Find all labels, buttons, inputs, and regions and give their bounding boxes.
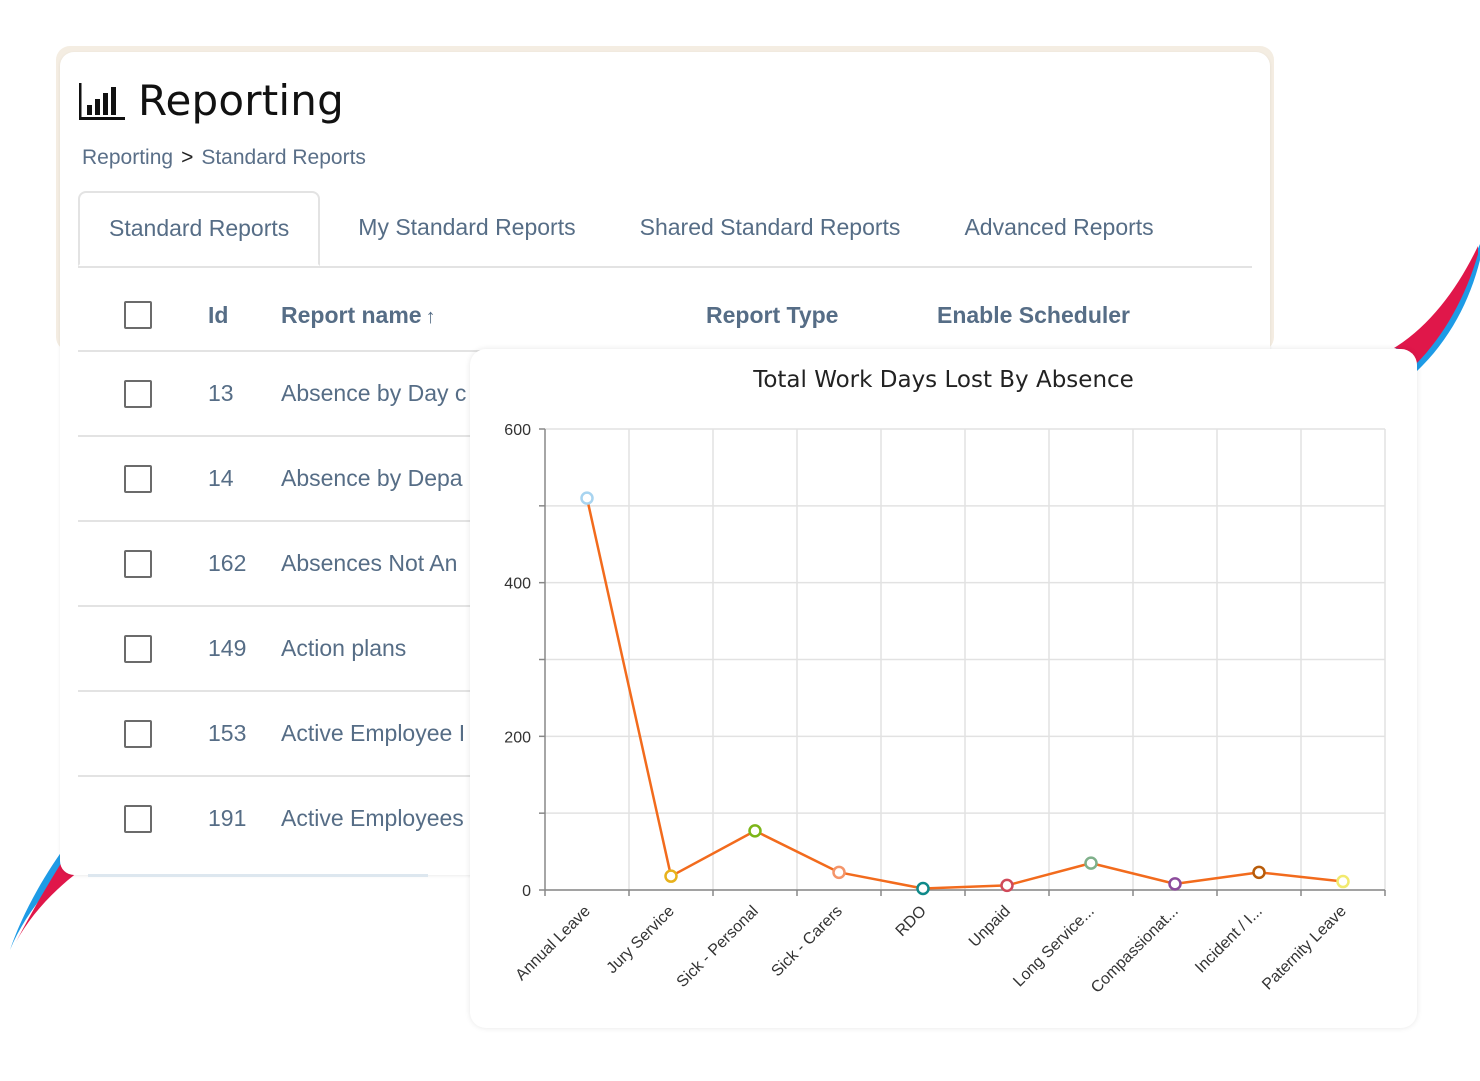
tab-my-standard-reports[interactable]: My Standard Reports	[326, 191, 607, 264]
x-tick-label: Compassionat...	[1088, 903, 1182, 997]
data-point	[580, 491, 594, 505]
column-header-report-name-label: Report name	[281, 301, 422, 328]
row-checkbox[interactable]	[124, 719, 152, 748]
x-tick-label: Incident / I...	[1192, 903, 1266, 977]
data-point	[1084, 856, 1098, 870]
row-report-name[interactable]: Action plans	[281, 635, 406, 662]
tab-shared-standard-reports[interactable]: Shared Standard Reports	[608, 191, 933, 264]
x-tick-label: Paternity Leave	[1259, 903, 1350, 994]
data-point	[1252, 865, 1266, 880]
y-tick-label: 400	[504, 576, 531, 593]
tab-standard-reports[interactable]: Standard Reports	[78, 191, 321, 266]
row-report-name[interactable]: Absence by Day c	[281, 380, 466, 407]
column-header-report-type[interactable]: Report Type	[706, 302, 838, 329]
row-id: 191	[208, 805, 247, 831]
select-all-checkbox[interactable]	[124, 301, 152, 329]
page-header: Reporting	[78, 76, 344, 125]
breadcrumb-item-reporting[interactable]: Reporting	[82, 146, 173, 170]
y-tick-label: 200	[504, 729, 531, 746]
line-chart: 0200400600Annual Leave Jury ServiceSick -…	[504, 422, 1386, 997]
chart-panel: Total Work Days Lost By Absence 0 200 400 6…	[470, 349, 1417, 1028]
x-tick-label: Sick - Personal	[674, 903, 762, 991]
row-id: 162	[208, 550, 247, 576]
row-report-name[interactable]: Active Employees	[281, 805, 464, 832]
row-checkbox[interactable]	[124, 549, 152, 578]
row-id: 153	[208, 720, 247, 746]
y-tick-label: 600	[504, 422, 531, 439]
x-tick-label: Unpaid	[966, 903, 1014, 951]
data-point	[748, 824, 762, 838]
breadcrumb: Reporting > Standard Reports	[82, 146, 366, 170]
column-header-id[interactable]: Id	[208, 302, 228, 329]
data-point	[1336, 874, 1350, 889]
row-report-name[interactable]: Absence by Depa	[281, 465, 463, 492]
x-tick-label: RDO	[893, 903, 930, 940]
row-checkbox[interactable]	[124, 804, 152, 833]
row-checkbox[interactable]	[124, 379, 152, 408]
x-tick-label: Annual Leave	[513, 903, 594, 984]
bar-chart-icon	[79, 82, 125, 120]
x-tick-label: Long Service...	[1010, 903, 1097, 990]
data-point	[664, 869, 678, 883]
breadcrumb-separator: >	[181, 146, 194, 169]
x-tick-label: Sick - Carers	[768, 903, 845, 980]
report-tabs: Standard Reports My Standard Reports Sha…	[78, 191, 1252, 268]
tab-advanced-reports[interactable]: Advanced Reports	[932, 191, 1185, 264]
row-report-name[interactable]: Active Employee I	[281, 720, 465, 747]
column-header-report-name[interactable]: Report name ↑	[281, 302, 436, 329]
y-tick-label: 0	[522, 883, 531, 900]
row-checkbox[interactable]	[124, 634, 152, 663]
row-id: 149	[208, 635, 247, 661]
data-point	[1000, 878, 1014, 893]
x-tick-label: Jury Service	[604, 903, 678, 977]
row-id: 13	[208, 380, 234, 406]
table-header: Id Report name ↑ Report Type Enable Sched…	[78, 280, 1252, 352]
data-point	[832, 865, 846, 880]
column-header-enable-scheduler[interactable]: Enable Scheduler	[937, 302, 1130, 329]
row-report-name[interactable]: Absences Not An	[281, 550, 457, 577]
page-title: Reporting	[138, 76, 344, 125]
data-point	[916, 881, 930, 896]
breadcrumb-item-standard-reports[interactable]: Standard Reports	[201, 146, 366, 170]
row-id: 14	[208, 465, 234, 491]
panel-divider	[88, 874, 428, 877]
sort-ascending-icon: ↑	[425, 305, 436, 328]
data-point	[1168, 877, 1182, 891]
row-checkbox[interactable]	[124, 464, 152, 493]
